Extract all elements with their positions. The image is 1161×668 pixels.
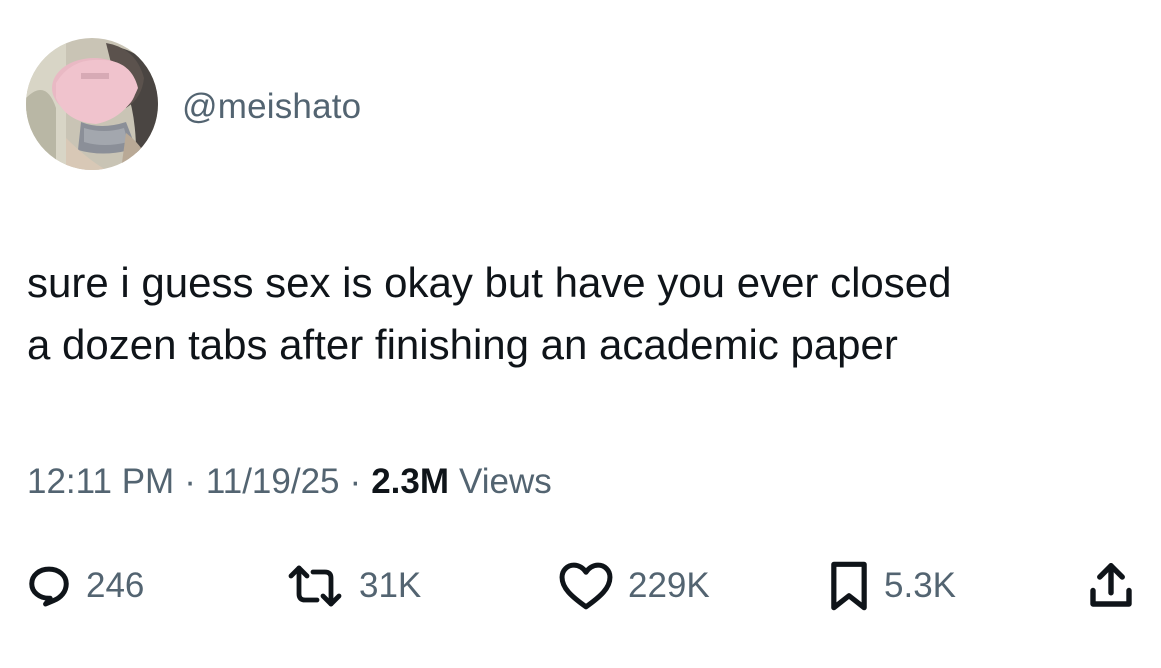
tweet-card: @meishato sure i guess sex is okay but h…: [0, 0, 1161, 668]
views-count: 2.3M: [371, 462, 449, 501]
like-button[interactable]: 229K: [558, 556, 710, 616]
heart-icon: [558, 561, 614, 611]
tweet-date[interactable]: 11/19/25: [206, 462, 340, 502]
meta-separator: ·: [349, 462, 362, 501]
repost-count: 31K: [359, 566, 422, 605]
tweet-text-line: sure i guess sex is okay but have you ev…: [27, 259, 952, 306]
bookmark-icon: [828, 560, 870, 612]
meta-separator: ·: [184, 462, 196, 501]
reply-button[interactable]: 246: [26, 556, 144, 616]
avatar[interactable]: [26, 38, 158, 170]
bookmark-count: 5.3K: [884, 566, 956, 605]
like-count: 229K: [628, 566, 710, 605]
tweet-header: @meishato: [26, 38, 361, 170]
repost-button[interactable]: 31K: [285, 556, 421, 616]
tweet-text: sure i guess sex is okay but have you ev…: [27, 252, 1137, 376]
reply-icon: [26, 563, 72, 609]
tweet-meta: 12:11 PM · 11/19/25 · 2.3M Views: [27, 462, 552, 502]
author-handle[interactable]: @meishato: [182, 87, 361, 127]
repost-icon: [285, 563, 345, 609]
action-bar: 246 31K 229K 5.3K: [0, 556, 1161, 616]
avatar-image: [26, 38, 158, 170]
bookmark-button[interactable]: 5.3K: [828, 556, 956, 616]
tweet-text-line: a dozen tabs after finishing an academic…: [27, 321, 898, 368]
share-button[interactable]: [1084, 556, 1138, 616]
reply-count: 246: [86, 566, 145, 605]
views-label: Views: [459, 462, 552, 501]
tweet-time[interactable]: 12:11 PM: [27, 462, 174, 502]
share-icon: [1084, 559, 1138, 613]
